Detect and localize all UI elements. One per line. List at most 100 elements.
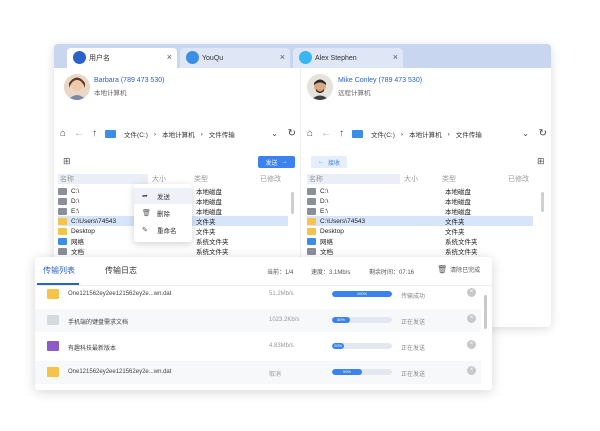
file-row[interactable]: C:\Users\74543 文件夹 bbox=[307, 216, 533, 226]
file-row[interactable]: 网络 系统文件夹 bbox=[307, 236, 533, 246]
close-icon[interactable]: × bbox=[167, 52, 172, 62]
column-modified[interactable]: 已修改 bbox=[256, 174, 281, 184]
transfer-speed-value: 4.83Mb/s bbox=[269, 343, 294, 349]
up-icon[interactable]: ↑ bbox=[339, 129, 344, 139]
progress-bar: 50% bbox=[332, 369, 392, 375]
close-icon[interactable]: × bbox=[467, 314, 476, 323]
breadcrumb-item[interactable]: 本地计算机 bbox=[162, 129, 195, 139]
transfer-row[interactable]: 有趣科技最新版本 4.83Mb/s 20% 正在发送 × bbox=[35, 335, 481, 358]
file-type: 本地磁盘 bbox=[196, 189, 222, 196]
file-type: 本地磁盘 bbox=[445, 189, 471, 196]
column-size[interactable]: 大小 bbox=[148, 174, 190, 184]
drive-icon bbox=[58, 197, 67, 205]
trash-icon: 🗑 bbox=[142, 210, 151, 217]
file-type: 系统文件夹 bbox=[445, 249, 478, 256]
close-icon[interactable]: × bbox=[467, 340, 476, 349]
remote-user-sub: 远程计算机 bbox=[338, 90, 371, 97]
tab-transfer-log[interactable]: 传输日志 bbox=[105, 265, 137, 276]
file-name: E:\ bbox=[320, 207, 328, 215]
new-folder-icon[interactable]: ⊞ bbox=[537, 157, 545, 166]
file-name: Desktop bbox=[71, 227, 95, 235]
folder-icon bbox=[307, 227, 316, 235]
file-name: 文档 bbox=[71, 249, 84, 256]
tab-local-user[interactable]: 用户名 × bbox=[67, 48, 177, 68]
column-name[interactable]: 名称 bbox=[58, 174, 148, 184]
transfer-status: 正在发送 bbox=[401, 320, 426, 326]
close-icon[interactable]: × bbox=[280, 52, 285, 62]
breadcrumb: 文件(C:) › 本地计算机 › 文件传输 bbox=[352, 129, 482, 139]
close-icon[interactable]: × bbox=[467, 288, 476, 297]
send-button[interactable]: 发送 → bbox=[258, 156, 295, 168]
tab-bar: 用户名 × YouQu × Alex Stephen × bbox=[54, 44, 551, 68]
breadcrumb: 文件(C:) › 本地计算机 › 文件传输 bbox=[105, 129, 235, 139]
scrollbar[interactable] bbox=[541, 192, 544, 212]
scrollbar[interactable] bbox=[291, 192, 294, 214]
refresh-icon[interactable]: ↻ bbox=[288, 129, 296, 139]
tab-label: YouQu bbox=[202, 54, 224, 62]
transfer-speed-value: 1023.2Kb/s bbox=[269, 317, 300, 323]
progress-fill: 20% bbox=[332, 343, 344, 349]
transfer-file-name: One121562ey2ee121562ey2e...wn.dat bbox=[68, 291, 172, 297]
column-type[interactable]: 类型 bbox=[438, 174, 504, 184]
breadcrumb-item[interactable]: 文件传输 bbox=[456, 129, 482, 139]
transfer-speed-value: 51.2Mb/s bbox=[269, 291, 294, 297]
progress-bar: 20% bbox=[332, 343, 392, 349]
progress-bar: 30% bbox=[332, 317, 392, 323]
breadcrumb-item[interactable]: 本地计算机 bbox=[409, 129, 442, 139]
tab-youqu[interactable]: YouQu × bbox=[180, 48, 290, 68]
back-icon[interactable]: ← bbox=[321, 129, 331, 139]
breadcrumb-item[interactable]: 文件(C:) bbox=[124, 129, 148, 139]
new-folder-icon[interactable]: ⊞ bbox=[63, 157, 71, 166]
receive-button[interactable]: ← 接收 bbox=[311, 156, 347, 168]
back-icon[interactable]: ← bbox=[74, 129, 84, 139]
column-name[interactable]: 名称 bbox=[307, 174, 400, 184]
tab-alex-stephen[interactable]: Alex Stephen × bbox=[293, 48, 403, 68]
folder-icon bbox=[58, 217, 67, 225]
file-row[interactable]: 文档 系统文件夹 bbox=[58, 246, 288, 256]
home-icon[interactable]: ⌂ bbox=[307, 129, 313, 139]
file-name: Desktop bbox=[320, 227, 344, 235]
transfer-row[interactable]: 手机端的键盘需求文档 1023.2Kb/s 30% 正在发送 × bbox=[35, 309, 481, 332]
drive-icon bbox=[307, 197, 316, 205]
refresh-icon[interactable]: ↻ bbox=[539, 129, 547, 139]
transfer-file-name: 手机端的键盘需求文档 bbox=[68, 320, 129, 326]
local-user-name: Barbara (789 473 530) bbox=[94, 77, 165, 84]
column-size[interactable]: 大小 bbox=[400, 174, 438, 184]
file-row[interactable]: C:\ 本地磁盘 bbox=[307, 186, 533, 196]
home-icon[interactable]: ⌂ bbox=[60, 129, 66, 139]
clear-completed-button[interactable]: 🗑 清除已完成 bbox=[437, 265, 480, 274]
context-menu: ➦ 发送 🗑 删除 ✎ 重命名 bbox=[134, 184, 192, 242]
file-name: 文档 bbox=[320, 249, 333, 256]
file-row[interactable]: Desktop 文件夹 bbox=[307, 226, 533, 236]
menu-item-delete[interactable]: 🗑 删除 bbox=[134, 205, 192, 221]
transfer-row[interactable]: One121562ey2ee121562ey2e...wn.dat 51.2Mb/… bbox=[35, 283, 481, 306]
close-icon[interactable]: × bbox=[467, 366, 476, 375]
tab-transfer-list[interactable]: 传输列表 bbox=[43, 265, 75, 276]
progress-fill: 100% bbox=[332, 291, 392, 297]
breadcrumb-item[interactable]: 文件传输 bbox=[209, 129, 235, 139]
transfer-speed-value: 取消 bbox=[269, 372, 282, 378]
file-row[interactable]: E:\ 本地磁盘 bbox=[307, 206, 533, 216]
local-nav-row: ⌂ ← ↑ 文件(C:) › 本地计算机 › 文件传输 ⌄ ↻ bbox=[60, 126, 296, 142]
transfer-file-name: One121562ey2ee121562ey2e...wn.dat bbox=[68, 369, 172, 375]
file-name: D:\ bbox=[71, 197, 80, 205]
column-type[interactable]: 类型 bbox=[190, 174, 256, 184]
scrollbar[interactable] bbox=[484, 295, 487, 329]
chevron-down-icon[interactable]: ⌄ bbox=[522, 129, 529, 139]
close-icon[interactable]: × bbox=[393, 52, 398, 62]
file-row[interactable]: 文档 系统文件夹 bbox=[307, 246, 533, 256]
user-icon bbox=[73, 51, 86, 64]
up-icon[interactable]: ↑ bbox=[92, 129, 97, 139]
file-row[interactable]: D:\ 本地磁盘 bbox=[307, 196, 533, 206]
menu-item-send[interactable]: ➦ 发送 bbox=[134, 188, 192, 204]
file-type: 文件夹 bbox=[196, 219, 216, 226]
file-name: D:\ bbox=[320, 197, 329, 205]
drive-icon bbox=[307, 187, 316, 195]
transfer-row[interactable]: One121562ey2ee121562ey2e...wn.dat 取消 50% 正在… bbox=[35, 361, 481, 384]
arrow-left-icon: ← bbox=[317, 159, 324, 165]
system-folder-icon bbox=[307, 237, 316, 245]
column-modified[interactable]: 已修改 bbox=[504, 174, 529, 184]
breadcrumb-item[interactable]: 文件(C:) bbox=[371, 129, 395, 139]
menu-item-rename[interactable]: ✎ 重命名 bbox=[134, 222, 192, 238]
chevron-down-icon[interactable]: ⌄ bbox=[271, 129, 278, 139]
